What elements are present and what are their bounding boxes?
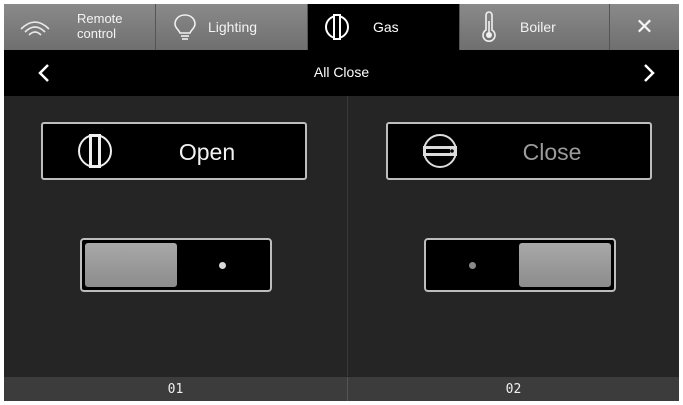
tab-boiler[interactable]: Boiler [460,4,610,50]
page-title: All Close [313,64,370,80]
toggle-indicator-dot [469,262,476,269]
valve-number-bar: 01 02 [4,377,679,401]
thermometer-icon [482,11,496,42]
valve-open-button[interactable]: Open [41,122,307,180]
gas-control-screen: Remote control Lighting Gas Boiler ✕ All… [4,4,679,401]
valve-state-label: Open [178,139,236,165]
tab-gas-label: Gas [373,19,399,35]
light-bulb-icon [174,14,196,40]
wifi-signal-icon [20,21,50,36]
valve-number-01: 01 [4,377,348,401]
tab-lighting[interactable]: Lighting [156,4,308,50]
tab-remote-label: Remote control [77,11,123,41]
tab-bar: Remote control Lighting Gas Boiler ✕ [4,4,679,50]
toggle-knob [519,243,611,287]
close-button[interactable]: ✕ [610,4,679,50]
tab-lighting-label: Lighting [208,19,258,35]
valve-state-label: Close [522,139,582,165]
tab-gas[interactable]: Gas [308,4,460,50]
tab-boiler-label: Boiler [520,19,556,35]
valve-panel-02: Close [348,96,679,376]
tab-remote-control[interactable]: Remote control [4,4,156,50]
valve-toggle-switch[interactable] [80,238,272,292]
valve-panel-01: Open [4,96,347,376]
toggle-indicator-dot [219,262,226,269]
valve-number-02: 02 [348,377,679,401]
close-icon: ✕ [635,14,654,39]
title-bar: All Close [4,50,679,96]
chevron-right-icon[interactable] [639,62,659,84]
toggle-knob [85,243,177,287]
gas-valve-icon [325,14,349,40]
valve-close-button[interactable]: Close [386,122,652,180]
valve-toggle-switch[interactable] [424,238,616,292]
